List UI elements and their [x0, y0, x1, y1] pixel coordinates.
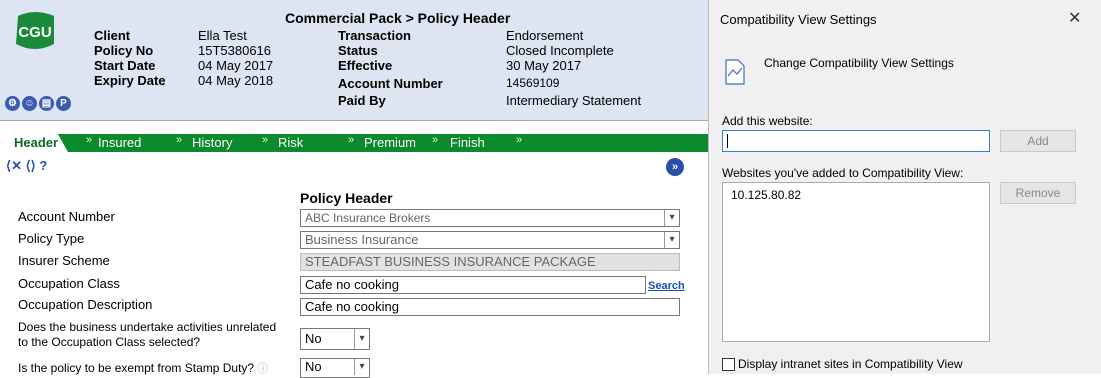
forward-icon[interactable]: ⟨⟩ [26, 158, 36, 173]
search-link[interactable]: Search [648, 280, 685, 292]
chevron-icon: » [176, 134, 183, 146]
stamp-duty-label-text: Is the policy to be exempt from Stamp Du… [18, 361, 255, 375]
transaction-value: Endorsement [506, 28, 584, 43]
insurer-scheme-label: Insurer Scheme [18, 253, 110, 268]
transaction-label: Transaction [338, 28, 411, 43]
stamp-duty-value: No [305, 359, 322, 374]
dialog-heading: Change Compatibility View Settings [764, 56, 954, 70]
policy-no-label: Policy No [94, 43, 154, 58]
info-icon[interactable]: ⓘ [257, 363, 268, 375]
people-icon[interactable]: ☺ [22, 96, 37, 111]
dialog-title: Compatibility View Settings [720, 12, 877, 27]
occupation-class-label: Occupation Class [18, 276, 120, 291]
policy-no-value: 15T5380616 [198, 43, 272, 58]
account-number-select[interactable]: ABC Insurance Brokers ▾ [300, 209, 680, 227]
tab-risk[interactable]: Risk [278, 134, 303, 152]
start-date-label: Start Date [94, 58, 156, 73]
expiry-date-value: 04 May 2018 [198, 73, 274, 88]
policy-header-band: CGU Commercial Pack > Policy Header Clie… [0, 0, 708, 121]
unrelated-activities-label-1: Does the business undertake activities u… [18, 320, 277, 334]
paid-by-value: Intermediary Statement [506, 93, 642, 108]
occupation-class-field[interactable]: Cafe no cooking [300, 276, 646, 294]
chevron-down-icon[interactable]: ▾ [354, 329, 369, 349]
start-date-value: 04 May 2017 [198, 58, 274, 73]
chevron-icon: » [432, 134, 439, 146]
add-website-label: Add this website: [722, 114, 813, 128]
expiry-date-label: Expiry Date [94, 73, 166, 88]
websites-list[interactable]: 10.125.80.82 [722, 182, 990, 342]
add-website-input[interactable] [722, 130, 990, 152]
websites-list-label: Websites you've added to Compatibility V… [722, 166, 964, 180]
toolbar: ⟨✕ ⟨⟩ ? [6, 158, 47, 174]
remove-button[interactable]: Remove [1000, 182, 1076, 204]
tab-insured[interactable]: Insured [98, 134, 141, 152]
intranet-checkbox-label: Display intranet sites in Compatibility … [738, 357, 963, 371]
tab-premium[interactable]: Premium [364, 134, 416, 152]
tab-header[interactable]: Header [0, 134, 68, 152]
back-icon[interactable]: ⟨✕ [6, 158, 22, 173]
account-number-field-label: Account Number [18, 209, 115, 224]
chevron-down-icon[interactable]: ▾ [354, 359, 369, 375]
chevron-down-icon[interactable]: ▾ [664, 210, 679, 226]
policy-type-label: Policy Type [18, 231, 85, 246]
help-icon[interactable]: P [56, 96, 71, 111]
policy-type-select[interactable]: Business Insurance ▾ [300, 231, 680, 249]
paid-by-label: Paid By [338, 93, 386, 108]
broken-page-icon [725, 59, 745, 85]
status-label: Status [338, 43, 378, 58]
intranet-checkbox[interactable] [722, 358, 735, 371]
close-icon[interactable]: ✕ [1068, 8, 1081, 28]
list-item[interactable]: 10.125.80.82 [731, 188, 801, 202]
logo-text: CGU [18, 24, 51, 41]
insurer-scheme-field: STEADFAST BUSINESS INSURANCE PACKAGE [300, 253, 680, 271]
text-cursor [727, 134, 728, 148]
section-title: Policy Header [300, 190, 393, 206]
settings-icon[interactable]: ⚙ [5, 96, 20, 111]
effective-value: 30 May 2017 [506, 58, 582, 73]
page-title: Commercial Pack > Policy Header [285, 10, 511, 26]
next-page-icon[interactable]: » [666, 158, 684, 176]
cgu-logo: CGU [16, 12, 54, 49]
unrelated-activities-label-2: to the Occupation Class selected? [18, 335, 201, 349]
policy-type-select-value: Business Insurance [305, 232, 419, 247]
effective-label: Effective [338, 58, 393, 73]
unrelated-activities-select[interactable]: No ▾ [300, 328, 370, 350]
chevron-icon: » [262, 134, 269, 146]
stamp-duty-select[interactable]: No ▾ [300, 358, 370, 378]
account-number-select-value: ABC Insurance Brokers [305, 211, 431, 225]
occupation-description-field[interactable]: Cafe no cooking [300, 298, 680, 316]
occupation-description-label: Occupation Description [18, 297, 153, 312]
client-value: Ella Test [198, 28, 247, 43]
chevron-down-icon[interactable]: ▾ [664, 232, 679, 248]
help-icon[interactable]: ? [39, 158, 47, 173]
chevron-icon: » [516, 134, 523, 146]
account-number-value: 14569109 [506, 76, 560, 90]
chevron-icon: » [348, 134, 355, 146]
add-button[interactable]: Add [1000, 130, 1076, 152]
tab-finish[interactable]: Finish [450, 134, 485, 152]
account-number-label: Account Number [338, 76, 443, 91]
client-label: Client [94, 28, 131, 43]
chevron-icon: » [86, 134, 93, 146]
document-icon[interactable]: ▤ [39, 96, 54, 111]
tab-history[interactable]: History [192, 134, 232, 152]
tab-bar: Header » Insured » History » Risk » Prem… [0, 134, 708, 152]
status-value: Closed Incomplete [506, 43, 614, 58]
unrelated-activities-value: No [305, 331, 322, 346]
